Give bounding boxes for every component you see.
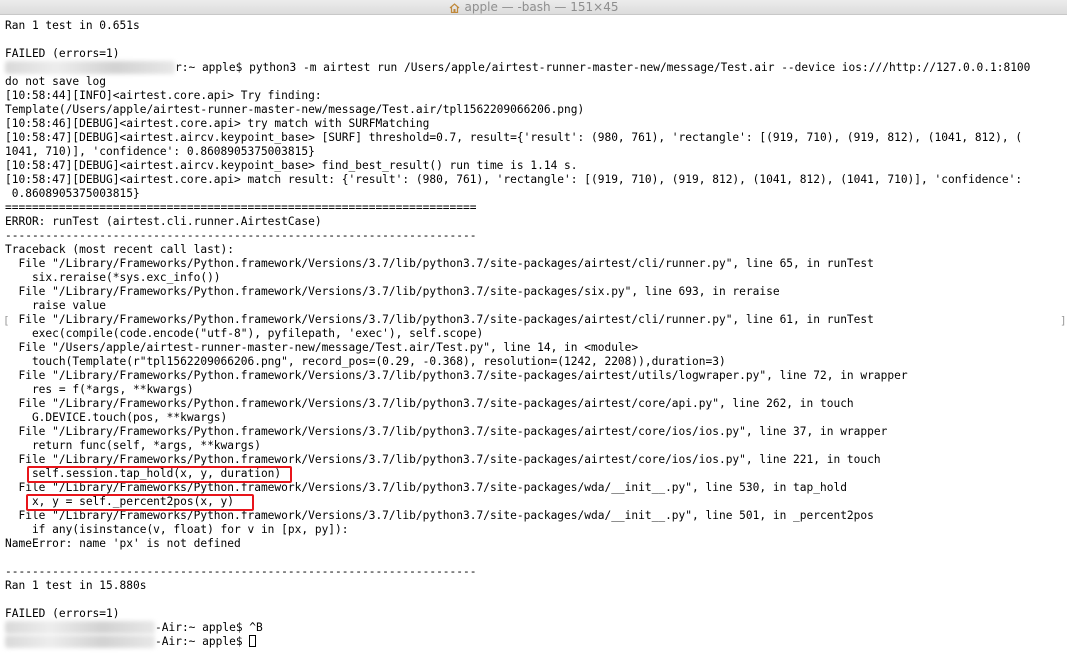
terminal-line: 1041, 710)], 'confidence': 0.86089053750… — [5, 145, 1065, 159]
terminal-line: Traceback (most recent call last): — [5, 243, 1065, 257]
terminal-line-text: [10:58:47][DEBUG]<airtest.aircv.keypoint… — [5, 131, 1023, 144]
terminal-line-text: do not save log — [5, 75, 107, 88]
highlight-box-tap-hold — [27, 466, 292, 483]
terminal-line-text: 0.8608905375003815} — [5, 187, 140, 200]
terminal-output[interactable]: Ran 1 test in 0.651s FAILED (errors=1) r:~… — [5, 19, 1065, 649]
terminal-line: ----------------------------------------… — [5, 229, 1065, 243]
terminal-line: ----------------------------------------… — [5, 565, 1065, 579]
terminal-line-text: NameError: name 'px' is not defined — [5, 537, 241, 550]
terminal-line-text: ----------------------------------------… — [5, 229, 477, 242]
house-icon — [449, 2, 460, 14]
terminal-line: res = f(*args, **kwargs) — [5, 383, 1065, 397]
terminal-line-text: File "/Users/apple/airtest-runner-master… — [5, 341, 639, 354]
terminal-line: raise value — [5, 299, 1065, 313]
title-bar[interactable]: apple — -bash — 151×45 — [0, 0, 1067, 15]
terminal-line-text: File "/Library/Frameworks/Python.framewo… — [5, 285, 780, 298]
terminal-line-text: FAILED (errors=1) — [5, 607, 120, 620]
terminal-line: NameError: name 'px' is not defined — [5, 537, 1065, 551]
terminal-line: File "/Library/Frameworks/Python.framewo… — [5, 481, 1065, 495]
text-cursor — [249, 635, 257, 647]
terminal-line-text: G.DEVICE.touch(pos, **kwargs) — [5, 411, 228, 424]
terminal-line-text: FAILED (errors=1) — [5, 47, 120, 60]
terminal-line-text: File "/Library/Frameworks/Python.framewo… — [5, 257, 874, 270]
terminal-line-text: ----------------------------------------… — [5, 565, 477, 578]
redacted-hostname — [5, 61, 175, 74]
terminal-line: File "/Library/Frameworks/Python.framewo… — [5, 285, 1065, 299]
terminal-line: File "/Library/Frameworks/Python.framewo… — [5, 369, 1065, 383]
terminal-line: File "/Library/Frameworks/Python.framewo… — [5, 509, 1065, 523]
terminal-line: File "/Library/Frameworks/Python.framewo… — [5, 397, 1065, 411]
terminal-line: FAILED (errors=1) — [5, 47, 1065, 61]
terminal-line-text: File "/Library/Frameworks/Python.framewo… — [5, 425, 888, 438]
terminal-line-text: Template(/Users/apple/airtest-runner-mas… — [5, 103, 585, 116]
redacted-hostname — [5, 621, 155, 634]
terminal-line: if any(isinstance(v, float) for v in [px… — [5, 523, 1065, 537]
terminal-line-text: Ran 1 test in 0.651s — [5, 19, 140, 32]
terminal-line-text: r:~ apple$ python3 -m airtest run /Users… — [175, 61, 1031, 74]
terminal-line-text: 1041, 710)], 'confidence': 0.86089053750… — [5, 145, 315, 158]
terminal-line: File "/Library/Frameworks/Python.framewo… — [5, 425, 1065, 439]
terminal-line: -Air:~ apple$ — [5, 635, 1065, 649]
terminal-line-text: File "/Library/Frameworks/Python.framewo… — [5, 453, 881, 466]
terminal-line-text: six.reraise(*sys.exc_info()) — [5, 271, 221, 284]
terminal-line: -Air:~ apple$ ^B — [5, 621, 1065, 635]
terminal-line-text: [10:58:47][DEBUG]<airtest.aircv.keypoint… — [5, 159, 578, 172]
terminal-line: Ran 1 test in 0.651s — [5, 19, 1065, 33]
terminal-line: 0.8608905375003815} — [5, 187, 1065, 201]
terminal-line-text: File "/Library/Frameworks/Python.framewo… — [5, 369, 908, 382]
scroll-marker-left: [ — [3, 314, 10, 327]
terminal-line-text: touch(Template(r"tpl1562209066206.png", … — [5, 355, 726, 368]
terminal-line-text: raise value — [5, 299, 107, 312]
terminal-line-text: Traceback (most recent call last): — [5, 243, 235, 256]
terminal-line: [10:58:44][INFO]<airtest.core.api> Try f… — [5, 89, 1065, 103]
terminal-line: touch(Template(r"tpl1562209066206.png", … — [5, 355, 1065, 369]
terminal-line-text: -Air:~ apple$ ^B — [155, 621, 263, 634]
terminal-line-text: return func(self, *args, **kwargs) — [5, 439, 261, 452]
terminal-line: [10:58:46][DEBUG]<airtest.core.api> try … — [5, 117, 1065, 131]
terminal-line: ERROR: runTest (airtest.cli.runner.Airte… — [5, 215, 1065, 229]
terminal-line: File "/Library/Frameworks/Python.framewo… — [5, 257, 1065, 271]
terminal-line: G.DEVICE.touch(pos, **kwargs) — [5, 411, 1065, 425]
redacted-hostname — [5, 635, 155, 648]
terminal-line: exec(compile(code.encode("utf-8"), pyfil… — [5, 327, 1065, 341]
terminal-line: ========================================… — [5, 201, 1065, 215]
terminal-line: six.reraise(*sys.exc_info()) — [5, 271, 1065, 285]
terminal-line: Ran 1 test in 15.880s — [5, 579, 1065, 593]
scroll-marker-right: ] — [1060, 314, 1067, 327]
terminal-line: [10:58:47][DEBUG]<airtest.aircv.keypoint… — [5, 131, 1065, 145]
terminal-line: [10:58:47][DEBUG]<airtest.core.api> matc… — [5, 173, 1065, 187]
terminal-line-text: ERROR: runTest (airtest.cli.runner.Airte… — [5, 215, 322, 228]
terminal-window[interactable]: apple — -bash — 151×45 Ran 1 test in 0.6… — [0, 0, 1067, 656]
terminal-line: do not save log — [5, 75, 1065, 89]
terminal-line: File "/Library/Frameworks/Python.framewo… — [5, 313, 1065, 327]
terminal-line-text: [10:58:44][INFO]<airtest.core.api> Try f… — [5, 89, 322, 102]
terminal-line-text: [10:58:47][DEBUG]<airtest.core.api> matc… — [5, 173, 1023, 186]
terminal-line-text: ========================================… — [5, 201, 477, 214]
terminal-line: [10:58:47][DEBUG]<airtest.aircv.keypoint… — [5, 159, 1065, 173]
terminal-line-text: File "/Library/Frameworks/Python.framewo… — [5, 397, 854, 410]
terminal-line: File "/Library/Frameworks/Python.framewo… — [5, 453, 1065, 467]
terminal-line-text: exec(compile(code.encode("utf-8"), pyfil… — [5, 327, 484, 340]
terminal-line-text: -Air:~ apple$ — [155, 635, 250, 648]
terminal-line: FAILED (errors=1) — [5, 607, 1065, 621]
terminal-line-text: [10:58:46][DEBUG]<airtest.core.api> try … — [5, 117, 430, 130]
window-title: apple — -bash — 151×45 — [464, 0, 619, 14]
terminal-line: Template(/Users/apple/airtest-runner-mas… — [5, 103, 1065, 117]
terminal-line-text: if any(isinstance(v, float) for v in [px… — [5, 523, 349, 536]
terminal-line: return func(self, *args, **kwargs) — [5, 439, 1065, 453]
terminal-line-text: File "/Library/Frameworks/Python.framewo… — [5, 313, 874, 326]
terminal-line: File "/Users/apple/airtest-runner-master… — [5, 341, 1065, 355]
highlight-box-percent2pos — [26, 494, 254, 511]
terminal-line-text: res = f(*args, **kwargs) — [5, 383, 194, 396]
terminal-line-text: Ran 1 test in 15.880s — [5, 579, 147, 592]
terminal-line: r:~ apple$ python3 -m airtest run /Users… — [5, 61, 1065, 75]
